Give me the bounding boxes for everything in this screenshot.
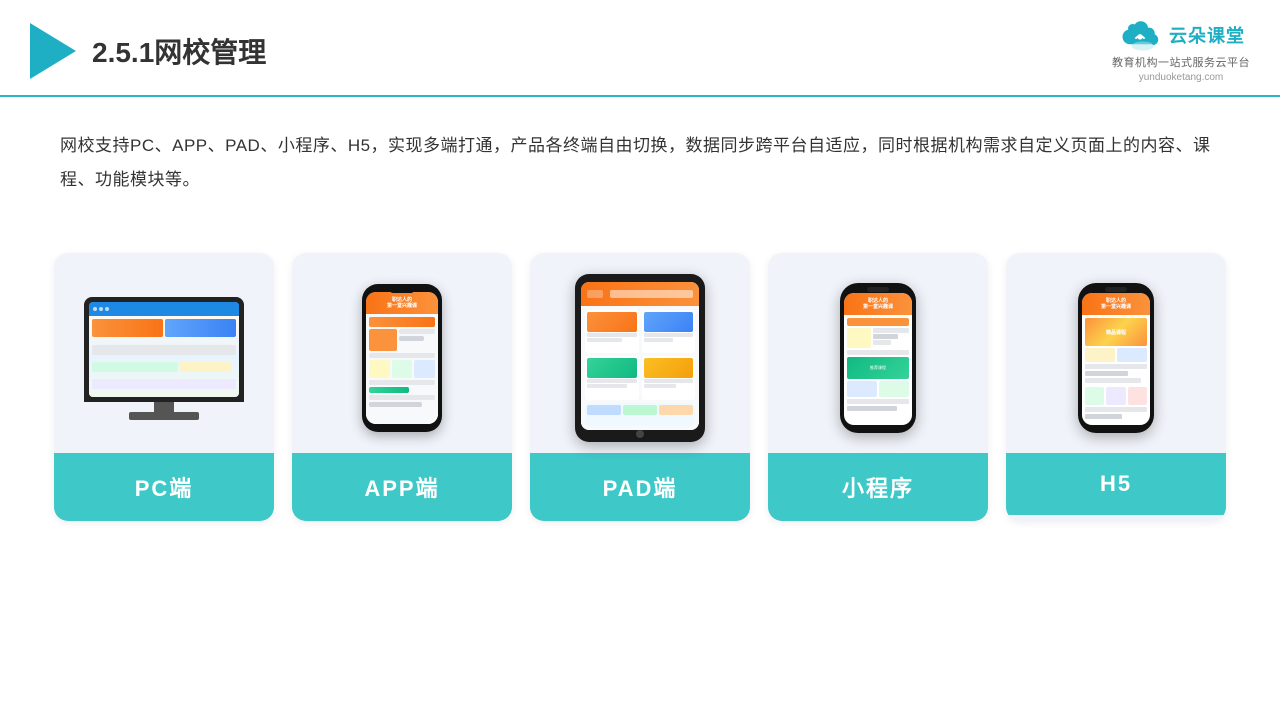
mini-phone-notch2 xyxy=(1105,287,1127,292)
description-content: 网校支持PC、APP、PAD、小程序、H5，实现多端打通，产品各终端自由切换，数… xyxy=(60,136,1211,189)
cards-container: PC端 职达人的第一堂兴趣课 xyxy=(0,223,1280,551)
mini-phone-mockup2: 职达人的第一堂兴趣课 精品课程 xyxy=(1078,283,1154,433)
card-pad-label: PAD端 xyxy=(530,453,750,521)
tablet-mockup xyxy=(575,274,705,442)
header-left: 2.5.1网校管理 xyxy=(30,23,266,79)
card-h5-label: H5 xyxy=(1006,453,1226,515)
logo-url: yunduoketang.com xyxy=(1139,72,1224,83)
page-title: 2.5.1网校管理 xyxy=(92,31,266,71)
card-miniprogram: 职达人的第一堂兴趣课 xyxy=(768,253,988,521)
tablet-screen xyxy=(581,282,699,430)
card-miniprogram-label: 小程序 xyxy=(768,453,988,521)
card-pc-label: PC端 xyxy=(54,453,274,521)
card-h5-image: 职达人的第一堂兴趣课 精品课程 xyxy=(1006,253,1226,453)
pc-screen xyxy=(84,297,244,402)
mini-phone-outer1: 职达人的第一堂兴趣课 xyxy=(840,283,916,433)
header: 2.5.1网校管理 云朵课堂 教育机构一站式服务云平台 yunduoketang… xyxy=(0,0,1280,97)
tablet-outer xyxy=(575,274,705,442)
pc-mockup xyxy=(84,297,244,420)
phone-notch xyxy=(390,287,414,293)
card-pad: PAD端 xyxy=(530,253,750,521)
card-pad-image xyxy=(530,253,750,453)
logo-triangle-icon xyxy=(30,23,76,79)
card-pc-image xyxy=(54,253,274,453)
phone-screen: 职达人的第一堂兴趣课 xyxy=(366,292,438,424)
card-h5: 职达人的第一堂兴趣课 精品课程 xyxy=(1006,253,1226,521)
card-miniprogram-image: 职达人的第一堂兴趣课 xyxy=(768,253,988,453)
card-app-image: 职达人的第一堂兴趣课 xyxy=(292,253,512,453)
description-text: 网校支持PC、APP、PAD、小程序、H5，实现多端打通，产品各终端自由切换，数… xyxy=(0,97,1280,213)
cloud-icon xyxy=(1117,18,1163,52)
mini-phone-screen2: 职达人的第一堂兴趣课 精品课程 xyxy=(1082,293,1150,425)
header-right: 云朵课堂 教育机构一站式服务云平台 yunduoketang.com xyxy=(1112,18,1250,83)
cloud-logo: 云朵课堂 xyxy=(1117,18,1245,52)
card-pc: PC端 xyxy=(54,253,274,521)
mini-phone-mockup1: 职达人的第一堂兴趣课 xyxy=(840,283,916,433)
logo-brand-text: 云朵课堂 xyxy=(1169,22,1245,48)
logo-subtitle: 教育机构一站式服务云平台 xyxy=(1112,54,1250,70)
card-app-label: APP端 xyxy=(292,453,512,521)
mini-phone-notch1 xyxy=(867,287,889,292)
phone-outer: 职达人的第一堂兴趣课 xyxy=(362,284,442,432)
mini-phone-outer2: 职达人的第一堂兴趣课 精品课程 xyxy=(1078,283,1154,433)
card-app: 职达人的第一堂兴趣课 xyxy=(292,253,512,521)
tablet-home-button xyxy=(636,430,644,438)
mini-phone-screen1: 职达人的第一堂兴趣课 xyxy=(844,293,912,425)
phone-mockup: 职达人的第一堂兴趣课 xyxy=(362,284,442,432)
